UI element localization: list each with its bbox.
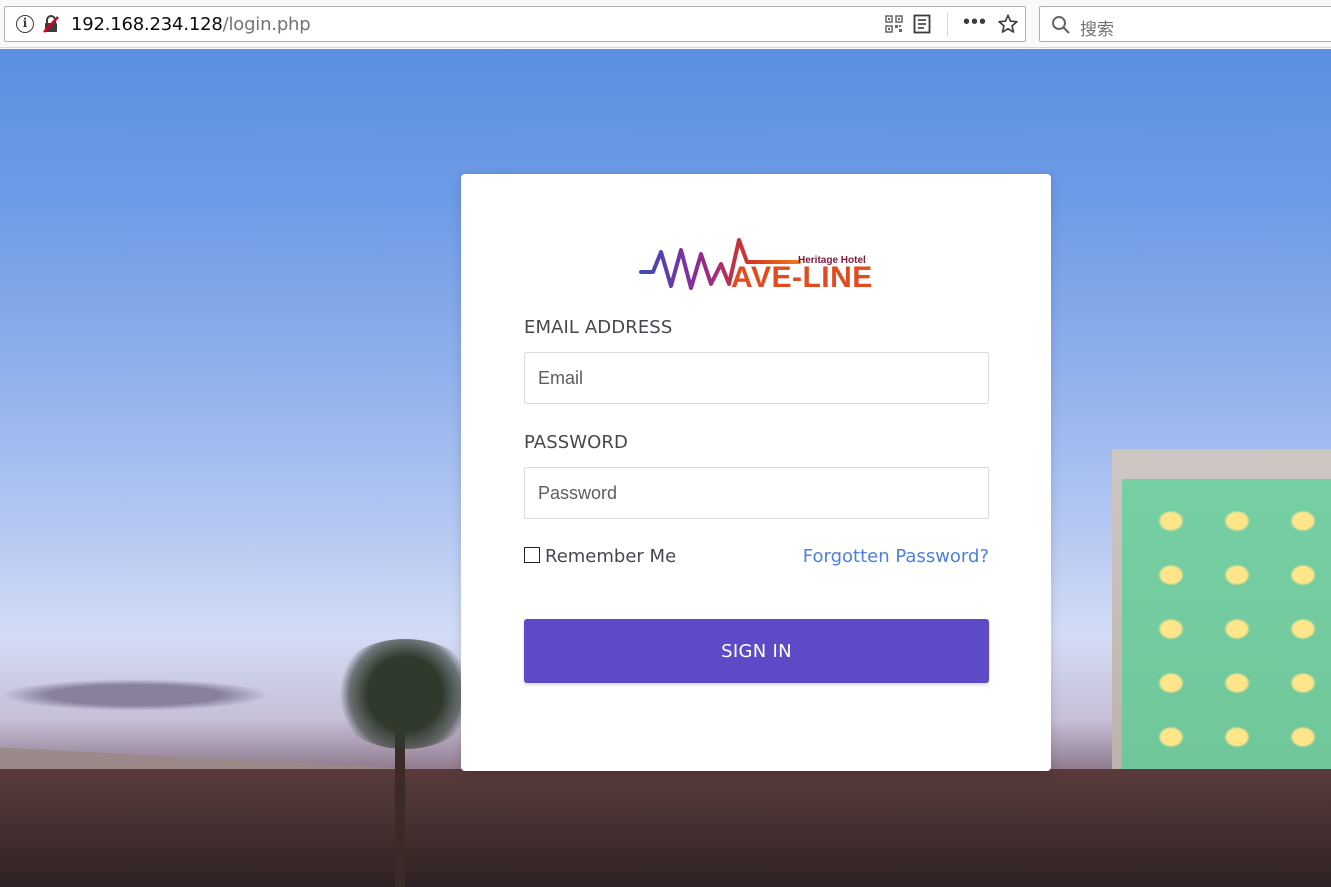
forgot-password-link[interactable]: Forgotten Password? [803,546,989,567]
email-field[interactable] [524,352,989,404]
qr-code-icon[interactable] [885,15,903,33]
browser-toolbar: i 192.168.234.128/login.php ••• 搜索 [0,0,1331,48]
hotel-logo: Heritage Hotel AVE-LINE [639,234,875,294]
url-path: /login.php [222,14,311,35]
background-hotel-windows [1138,494,1328,794]
background-cloud [0,679,270,711]
reader-view-icon[interactable] [913,14,931,34]
info-icon[interactable]: i [16,15,34,33]
search-icon [1052,16,1070,34]
password-field[interactable] [524,467,989,519]
email-label: EMAIL ADDRESS [524,317,673,338]
remember-me-label[interactable]: Remember Me [545,546,676,567]
url-bar[interactable]: i 192.168.234.128/login.php ••• [4,6,1026,42]
login-card: Heritage Hotel AVE-LINE EMAIL ADDRESS PA… [461,174,1051,771]
search-placeholder: 搜索 [1080,20,1114,40]
background-ground [0,769,1331,887]
toolbar-separator [947,13,948,37]
more-icon[interactable]: ••• [963,11,987,34]
search-bar[interactable]: 搜索 [1039,6,1331,42]
insecure-lock-icon[interactable] [42,15,60,33]
sign-in-button[interactable]: SIGN IN [524,619,989,683]
password-label: PASSWORD [524,432,629,453]
url-text[interactable]: 192.168.234.128/login.php [71,14,311,35]
background-palm-tree [330,639,480,749]
remember-me-row[interactable]: Remember Me [524,546,676,567]
bookmark-star-icon[interactable] [997,13,1019,35]
logo-brand: AVE-LINE [731,261,873,294]
remember-me-checkbox[interactable] [524,546,540,563]
url-host: 192.168.234.128 [71,14,223,35]
